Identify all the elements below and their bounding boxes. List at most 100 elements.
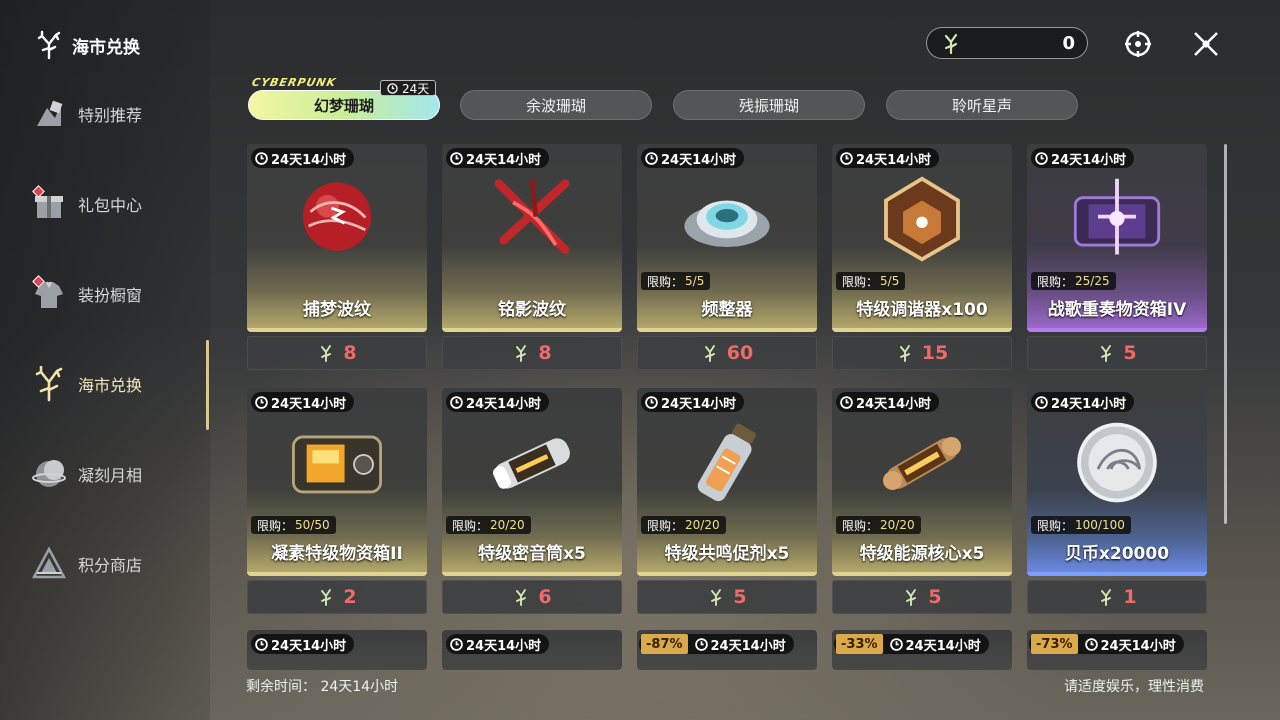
sidebar-item-points[interactable]: 积分商店 (30, 536, 200, 592)
item-name: 特级共鸣促剂x5 (664, 544, 790, 564)
red-ribbon-icon (494, 178, 570, 255)
purchase-limit-value: 25/25 (1075, 274, 1110, 288)
shop-item-card[interactable]: 24天14小时铭影波纹 (442, 144, 622, 332)
shop-item-card[interactable]: 24天14小时 限购： 20/20 特级密音筒x5 (442, 388, 622, 576)
active-indicator (206, 340, 209, 430)
coral-icon (516, 589, 527, 606)
price-button[interactable]: 6 (442, 580, 622, 614)
scrollbar[interactable] (1224, 144, 1227, 524)
close-button[interactable] (1188, 26, 1224, 62)
discount-badge: -33% (836, 634, 883, 654)
sidebar-item-exchange[interactable]: 海市兑换 (30, 356, 200, 412)
price-button[interactable]: 8 (247, 336, 427, 370)
tuning-die-icon (884, 176, 960, 262)
item-name: 频整器 (701, 300, 753, 320)
item-timer-label: 24天14小时 (1051, 396, 1127, 412)
price-button[interactable]: 5 (1027, 336, 1207, 370)
item-timer: 24天14小时 (836, 148, 940, 168)
clock-icon (255, 151, 268, 165)
price-button[interactable]: 2 (247, 580, 427, 614)
price-button[interactable]: 5 (637, 580, 817, 614)
item-timer: 24天14小时 (251, 148, 355, 168)
purchase-limit-label: 限购： (452, 518, 489, 533)
sidebar-item-recommend[interactable]: 特别推荐 (30, 86, 200, 142)
purchase-limit: 限购： 20/20 (446, 516, 531, 534)
item-timer-label: 24天14小时 (856, 152, 932, 168)
price-value: 5 (733, 586, 747, 608)
clock-icon (645, 395, 658, 409)
price-button[interactable]: 8 (442, 336, 622, 370)
tab-tingxing[interactable]: 聆听星声 (886, 90, 1078, 120)
shell-coin-icon (1077, 422, 1157, 503)
clock-icon (1035, 395, 1048, 409)
clock-icon (840, 151, 853, 165)
sidebar-item-label: 积分商店 (78, 556, 143, 575)
item-timer: -73% 24天14小时 (1029, 634, 1184, 654)
price-button[interactable]: 60 (637, 336, 817, 370)
shop-item-card[interactable]: 24天14小时限购： 100/100 贝币x20000 (1027, 388, 1207, 576)
remaining-time: 剩余时间： 24天14小时 (246, 679, 399, 695)
tab-yubo-coral[interactable]: 余波珊瑚 (460, 90, 652, 120)
item-timer-label: 24天14小时 (466, 152, 542, 168)
price-button[interactable]: 1 (1027, 580, 1207, 614)
tab-badge-label: 24天 (402, 81, 430, 96)
sidebar-item-label: 礼包中心 (78, 196, 143, 215)
moon-icon (30, 455, 68, 493)
shop-item-card[interactable]: 24天14小时 限购： 50/50 凝素特级物资箱II (247, 388, 427, 576)
purchase-limit: 限购： 100/100 (1031, 516, 1131, 534)
tuner-icon (684, 200, 770, 247)
coral-icon (321, 345, 332, 362)
sidebar-title-label: 海市兑换 (72, 37, 140, 58)
tab-label: 余波珊瑚 (525, 96, 586, 115)
item-timer-label: 24天14小时 (271, 152, 347, 168)
shop-item-card[interactable]: 24天14小时 限购： 5/5 特级调谐器x100 (832, 144, 1012, 332)
purchase-limit-value: 20/20 (685, 518, 720, 532)
purchase-limit-label: 限购： (647, 518, 684, 533)
sonance-tube-icon (493, 438, 570, 489)
recommend-icon (30, 95, 68, 133)
sidebar-item-moon[interactable]: 凝刻月相 (30, 446, 200, 502)
currency-amount: 0 (1062, 32, 1075, 54)
help-button[interactable] (1120, 26, 1156, 62)
coral-icon (321, 589, 332, 606)
shop-item-card[interactable]: 24天14小时 (442, 630, 622, 670)
shop-item-card[interactable]: 24天14小时 限购： 20/20 特级共鸣促剂x5 (637, 388, 817, 576)
purchase-limit-label: 限购： (257, 518, 294, 533)
purchase-limit-value: 5/5 (685, 274, 705, 288)
clock-icon (450, 151, 463, 165)
shop-item-card[interactable]: -73% 24天14小时 (1027, 630, 1207, 670)
tab-label: 残振珊瑚 (738, 96, 799, 115)
item-timer: 24天14小时 (1031, 148, 1135, 168)
discount-badge: -73% (1031, 634, 1078, 654)
sidebar-item-label: 海市兑换 (78, 376, 143, 395)
clock-icon (450, 395, 463, 409)
sidebar-item-outfits[interactable]: 装扮橱窗 (30, 266, 200, 322)
shop-item-card[interactable]: 24天14小时 (247, 630, 427, 670)
tab-canzhen-coral[interactable]: 残振珊瑚 (673, 90, 865, 120)
purchase-limit: 限购： 20/20 (641, 516, 726, 534)
shop-item-card[interactable]: 24天14小时 捕梦波纹 (247, 144, 427, 332)
shop-item-card[interactable]: -87% 24天14小时 (637, 630, 817, 670)
item-name: 特级调谐器x100 (856, 300, 988, 320)
item-name: 贝币x20000 (1064, 544, 1170, 564)
price-button[interactable]: 15 (832, 336, 1012, 370)
purchase-limit-value: 100/100 (1075, 518, 1125, 532)
cyberpunk-logo: CYBERPUNK (250, 76, 338, 89)
purchase-limit-label: 限购： (842, 518, 879, 533)
help-icon (1125, 31, 1151, 57)
sidebar-item-gifts[interactable]: 礼包中心 (30, 176, 200, 232)
shop-item-card[interactable]: 24天14小时 限购： 25/25 战歌重奏物资箱IV (1027, 144, 1207, 332)
currency-display[interactable]: 0 (926, 27, 1088, 59)
supply-chest-icon (292, 435, 382, 494)
price-button[interactable]: 5 (832, 580, 1012, 614)
item-timer: 24天14小时 (251, 392, 355, 412)
shop-item-card[interactable]: 24天14小时 限购： 20/20 特级能源核心x5 (832, 388, 1012, 576)
clock-icon (645, 151, 658, 165)
purchase-limit-label: 限购： (842, 274, 879, 289)
shop-item-card[interactable]: -33% 24天14小时 (832, 630, 1012, 670)
item-name: 铭影波纹 (498, 300, 566, 320)
close-icon (1194, 32, 1218, 56)
sidebar-item-label: 特别推荐 (78, 106, 143, 125)
shop-item-card[interactable]: 24天14小时 限购： 5/5 频整器 (637, 144, 817, 332)
purchase-limit: 限购： 5/5 (641, 272, 711, 290)
